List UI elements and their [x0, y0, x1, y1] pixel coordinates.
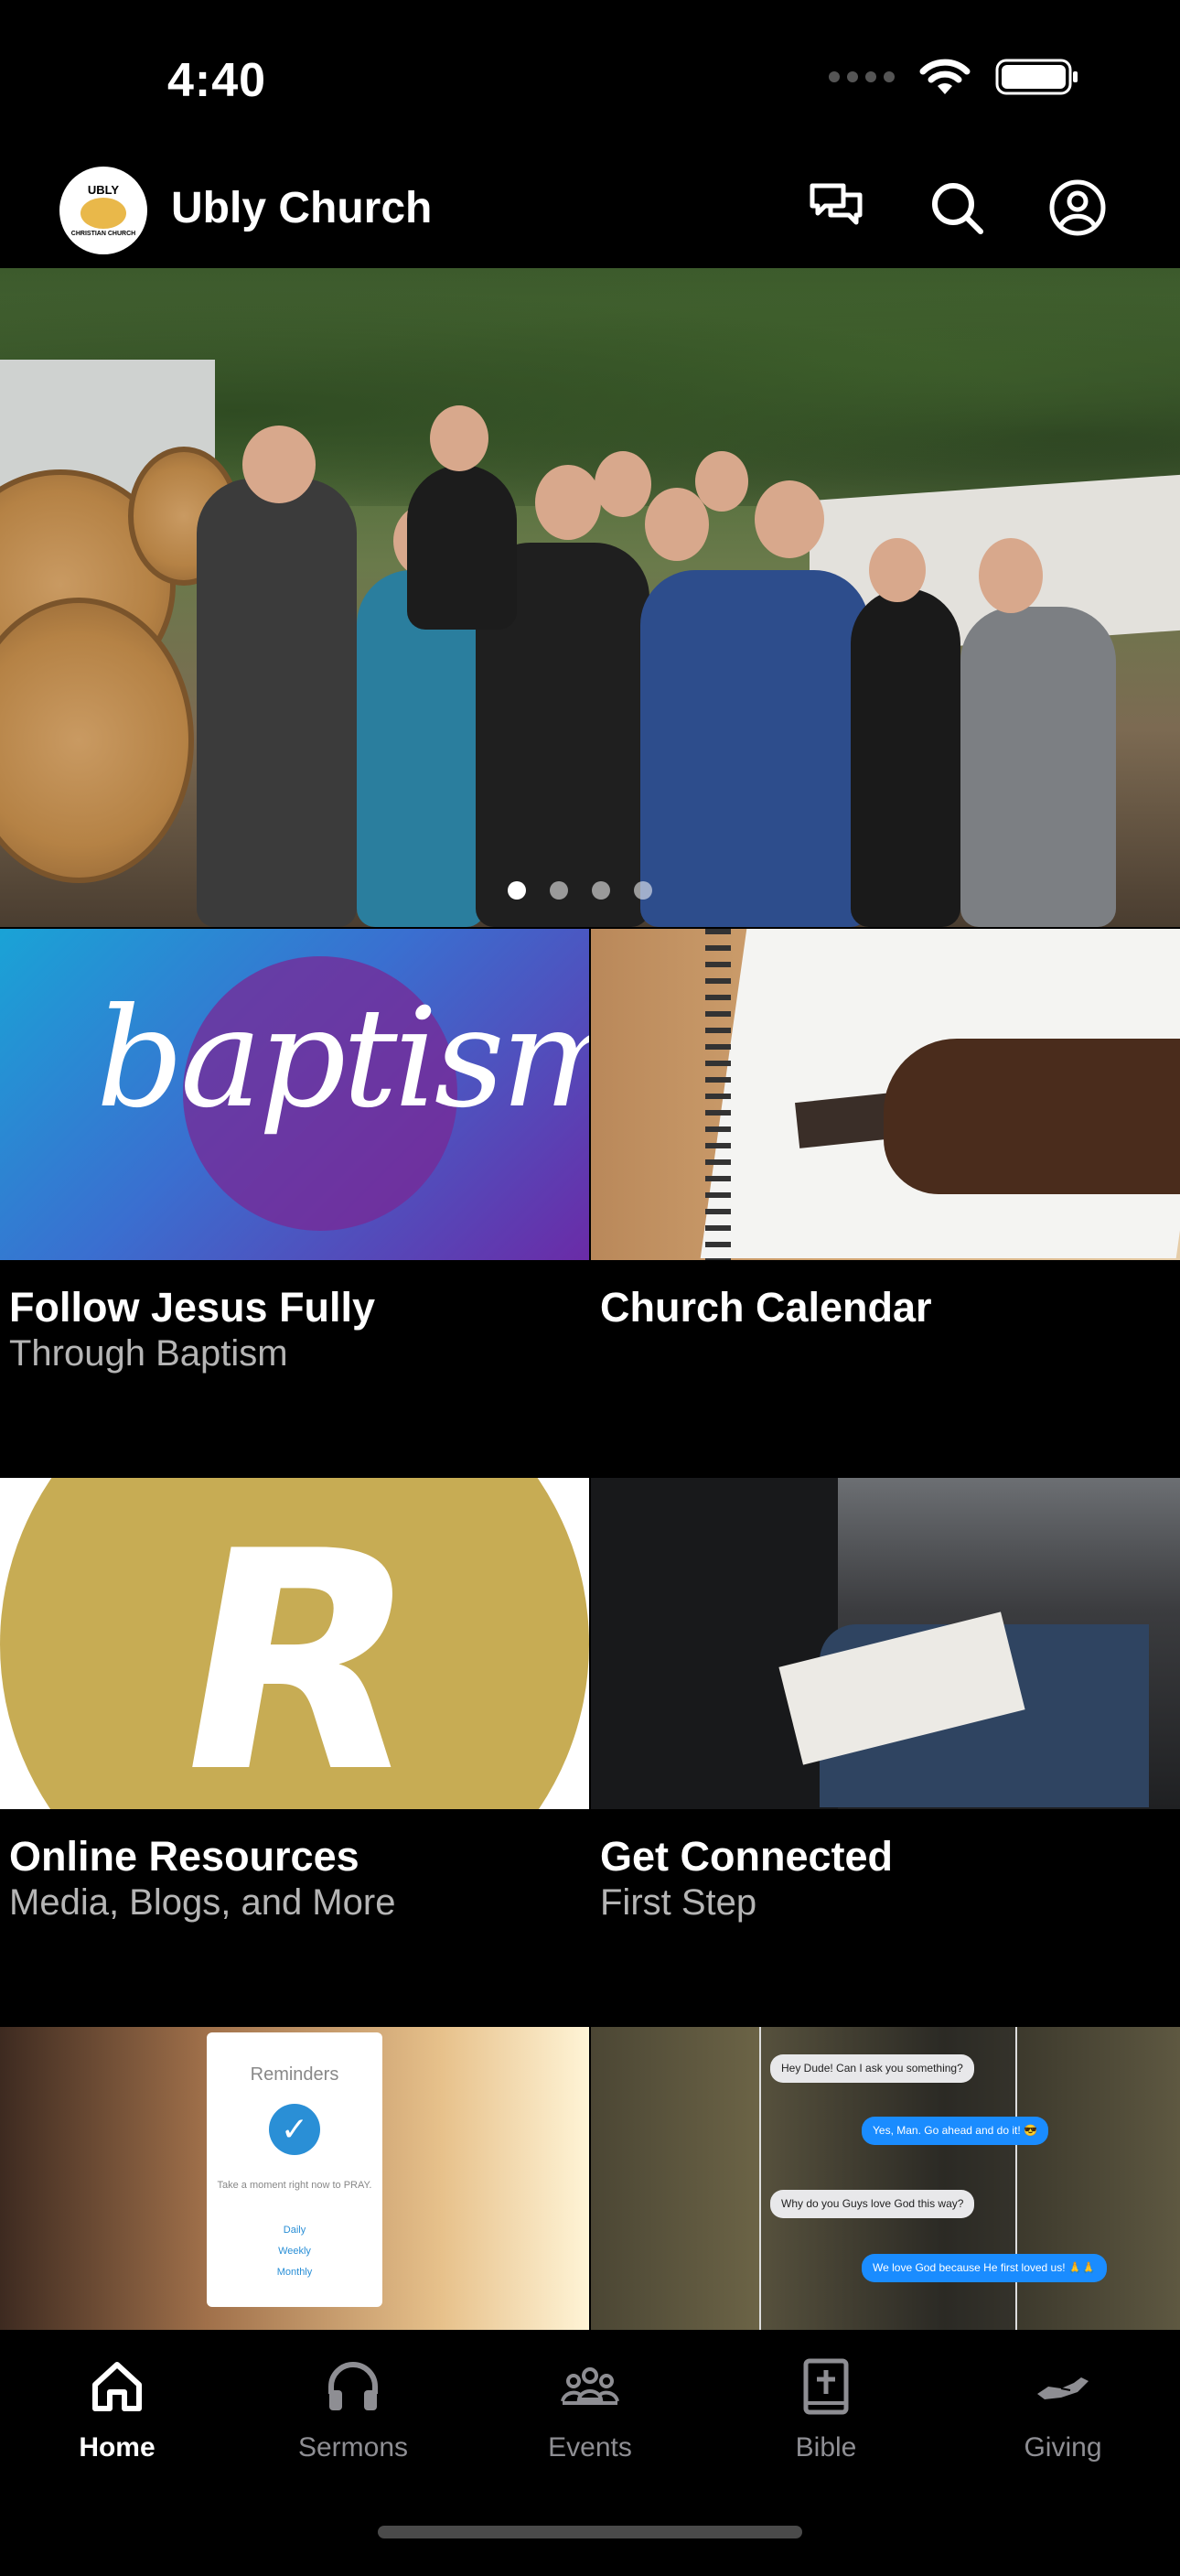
baptism-script-text: baptism	[96, 979, 589, 1138]
carousel-spool	[0, 598, 194, 883]
carousel-person-head	[869, 538, 926, 602]
group-icon	[561, 2367, 619, 2405]
carousel-dot[interactable]	[550, 881, 568, 900]
chat-bubble: Yes, Man. Go ahead and do it! 😎	[862, 2117, 1048, 2145]
carousel-person-head	[979, 538, 1043, 613]
tile-title: Online Resources	[9, 1833, 359, 1880]
carousel-person	[640, 570, 869, 927]
reminder-option: Daily	[283, 2225, 306, 2236]
carousel-person	[851, 588, 960, 927]
wifi-icon	[919, 59, 971, 94]
search-icon[interactable]	[928, 178, 986, 237]
home-icon	[92, 2362, 142, 2411]
tile-image-get-connected	[591, 1478, 1180, 1809]
header-actions	[807, 178, 1107, 237]
tile-image-online-resources: R	[0, 1478, 589, 1809]
hand	[884, 1039, 1180, 1194]
tab-label: Bible	[795, 2432, 857, 2463]
tile-image-reminders: Reminders ✓ Take a moment right now to P…	[0, 2027, 589, 2358]
reminder-card-title: Reminders	[250, 2064, 339, 2085]
reminder-option: Weekly	[278, 2246, 311, 2257]
tile-subtitle: Through Baptism	[9, 1333, 288, 1374]
app-header: UBLY CHRISTIAN CHURCH Ubly Church	[0, 156, 1180, 267]
tile-subtitle: First Step	[600, 1882, 757, 1923]
reminder-card: Reminders ✓ Take a moment right now to P…	[207, 2032, 382, 2307]
logo-text-bottom: CHRISTIAN CHURCH	[70, 231, 136, 238]
carousel-person-head	[535, 465, 601, 540]
carousel-dot[interactable]	[634, 881, 652, 900]
tile-title: Church Calendar	[600, 1284, 932, 1331]
tile-follow-jesus-fully[interactable]: baptism Follow Jesus Fully Through Bapti…	[0, 929, 589, 1478]
giving-icon	[1037, 2377, 1089, 2399]
chat-icon[interactable]	[807, 178, 865, 237]
carousel-dot[interactable]	[508, 881, 526, 900]
tile-title: Follow Jesus Fully	[9, 1284, 376, 1331]
tab-label: Sermons	[297, 2432, 409, 2463]
carousel-person	[960, 607, 1116, 927]
reminder-option: Monthly	[276, 2267, 313, 2278]
chat-bubble: Hey Dude! Can I ask you something?	[770, 2054, 974, 2083]
carousel-person-head	[242, 426, 316, 503]
tab-bible[interactable]: Bible	[735, 2357, 917, 2463]
reminder-note: Take a moment right now to PRAY.	[217, 2180, 372, 2191]
tile-image-chat: Hey Dude! Can I ask you something? Yes, …	[591, 2027, 1180, 2358]
carousel-person-head	[595, 451, 651, 517]
hero-carousel[interactable]	[0, 268, 1180, 927]
tab-home[interactable]: Home	[26, 2357, 209, 2463]
carousel-person-head	[755, 480, 824, 558]
logo-text-top: UBLY	[87, 182, 120, 197]
chat-bubble: We love God because He first loved us! 🙏…	[862, 2254, 1107, 2282]
cellular-signal-icon	[829, 71, 895, 82]
carousel-person-head	[430, 405, 488, 471]
carousel-dot[interactable]	[592, 881, 610, 900]
tile-get-connected[interactable]: Get Connected First Step	[591, 1478, 1180, 2027]
shadow-figure	[591, 1478, 838, 1809]
profile-icon[interactable]	[1048, 178, 1107, 237]
status-icons	[829, 57, 1079, 97]
tab-bar: Home Sermons Events Bible Giving	[0, 2330, 1180, 2559]
tab-label: Home	[79, 2432, 156, 2463]
battery-icon	[995, 59, 1078, 95]
tab-giving[interactable]: Giving	[971, 2357, 1154, 2463]
carousel-person	[197, 479, 357, 927]
notepad-spiral	[705, 929, 731, 1260]
logo-seal-icon	[80, 198, 126, 230]
tab-events[interactable]: Events	[499, 2357, 681, 2463]
tile-subtitle: Media, Blogs, and More	[9, 1882, 396, 1923]
tile-online-resources[interactable]: R Online Resources Media, Blogs, and Mor…	[0, 1478, 589, 2027]
status-time: 4:40	[167, 54, 267, 107]
carousel-page-indicator[interactable]	[508, 881, 652, 900]
status-bar: 4:40	[0, 0, 1180, 156]
chat-bubble: Why do you Guys love God this way?	[770, 2190, 975, 2218]
app-title: Ubly Church	[171, 184, 433, 232]
tile-image-calendar	[591, 929, 1180, 1260]
church-logo[interactable]: UBLY CHRISTIAN CHURCH	[59, 167, 147, 254]
carousel-person	[407, 465, 517, 630]
bible-icon	[803, 2358, 849, 2415]
tab-sermons[interactable]: Sermons	[262, 2357, 445, 2463]
tile-title: Get Connected	[600, 1833, 894, 1880]
tile-church-calendar[interactable]: Church Calendar	[591, 929, 1180, 1478]
tab-label: Events	[548, 2432, 632, 2463]
carousel-person-head	[695, 451, 748, 512]
tile-image-baptism: baptism	[0, 929, 589, 1260]
headphones-icon	[328, 2362, 378, 2410]
checkmark-icon: ✓	[269, 2104, 320, 2155]
home-indicator[interactable]	[378, 2526, 802, 2538]
tab-label: Giving	[1024, 2432, 1102, 2463]
